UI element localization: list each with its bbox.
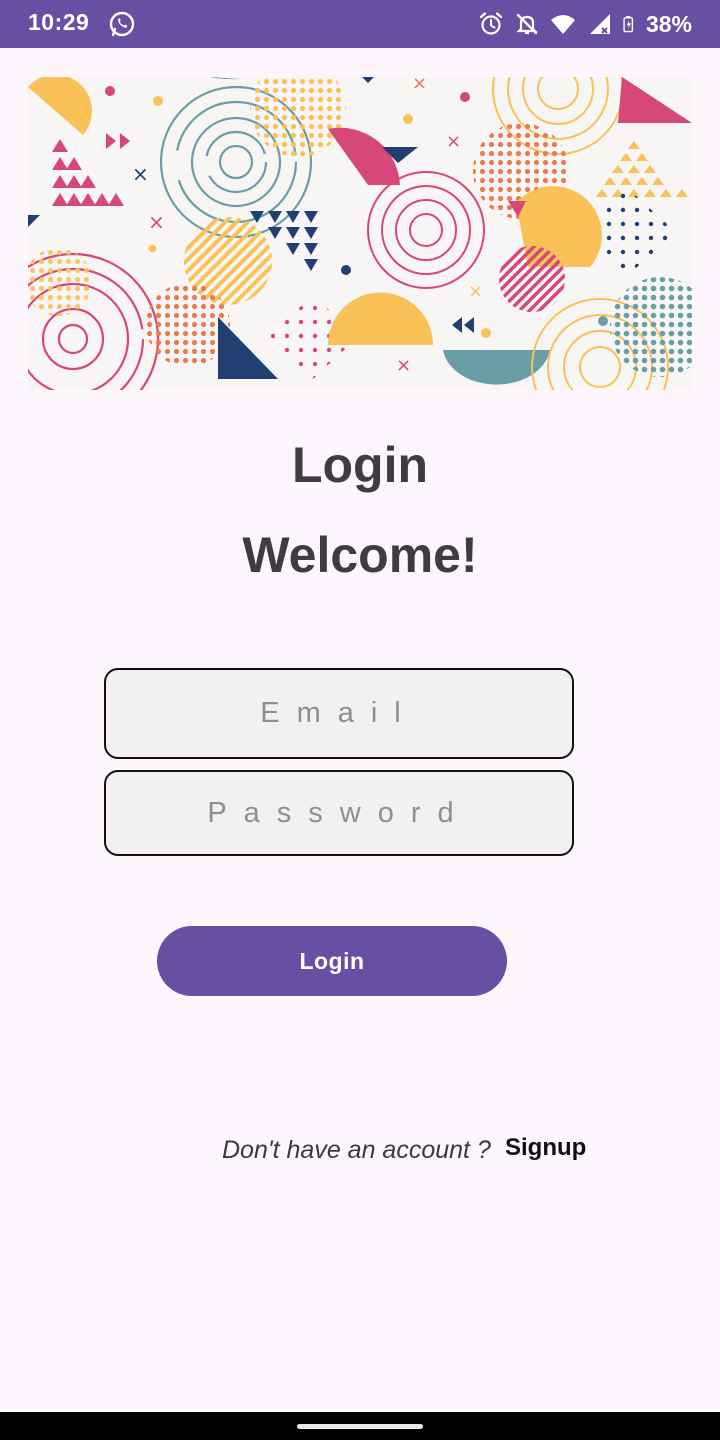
password-field[interactable] [104, 770, 574, 856]
status-time: 10:29 [28, 9, 90, 35]
header-banner-image: × × × × ● × × [28, 77, 692, 390]
battery-percent: 38% [645, 10, 692, 37]
home-gesture-handle[interactable] [297, 1424, 423, 1429]
signup-prompt-text: Don't have an account ? [222, 1136, 491, 1164]
navigation-bar [0, 1412, 720, 1440]
battery-icon [623, 16, 634, 33]
login-button[interactable]: Login [157, 926, 507, 996]
page-title: Login [291, 437, 429, 493]
alarm-icon [479, 12, 503, 35]
mute-icon [516, 13, 538, 35]
svg-text:×: × [132, 162, 149, 186]
geometric-pattern: × × × × ● × × [28, 77, 692, 390]
svg-text:×: × [446, 131, 461, 152]
signup-link[interactable]: Signup [505, 1134, 586, 1162]
status-bar: 10:29 38% [0, 0, 720, 48]
status-icons: 38% [478, 10, 692, 38]
signal-icon [589, 14, 610, 34]
svg-text:×: × [396, 355, 411, 376]
svg-text:×: × [412, 77, 427, 94]
wifi-icon [550, 15, 575, 34]
svg-text:×: × [148, 210, 165, 234]
email-field[interactable] [104, 668, 574, 759]
welcome-heading: Welcome! [242, 527, 478, 583]
svg-text:×: × [468, 281, 483, 302]
whatsapp-icon [109, 11, 135, 37]
svg-text:●: ● [148, 243, 157, 254]
